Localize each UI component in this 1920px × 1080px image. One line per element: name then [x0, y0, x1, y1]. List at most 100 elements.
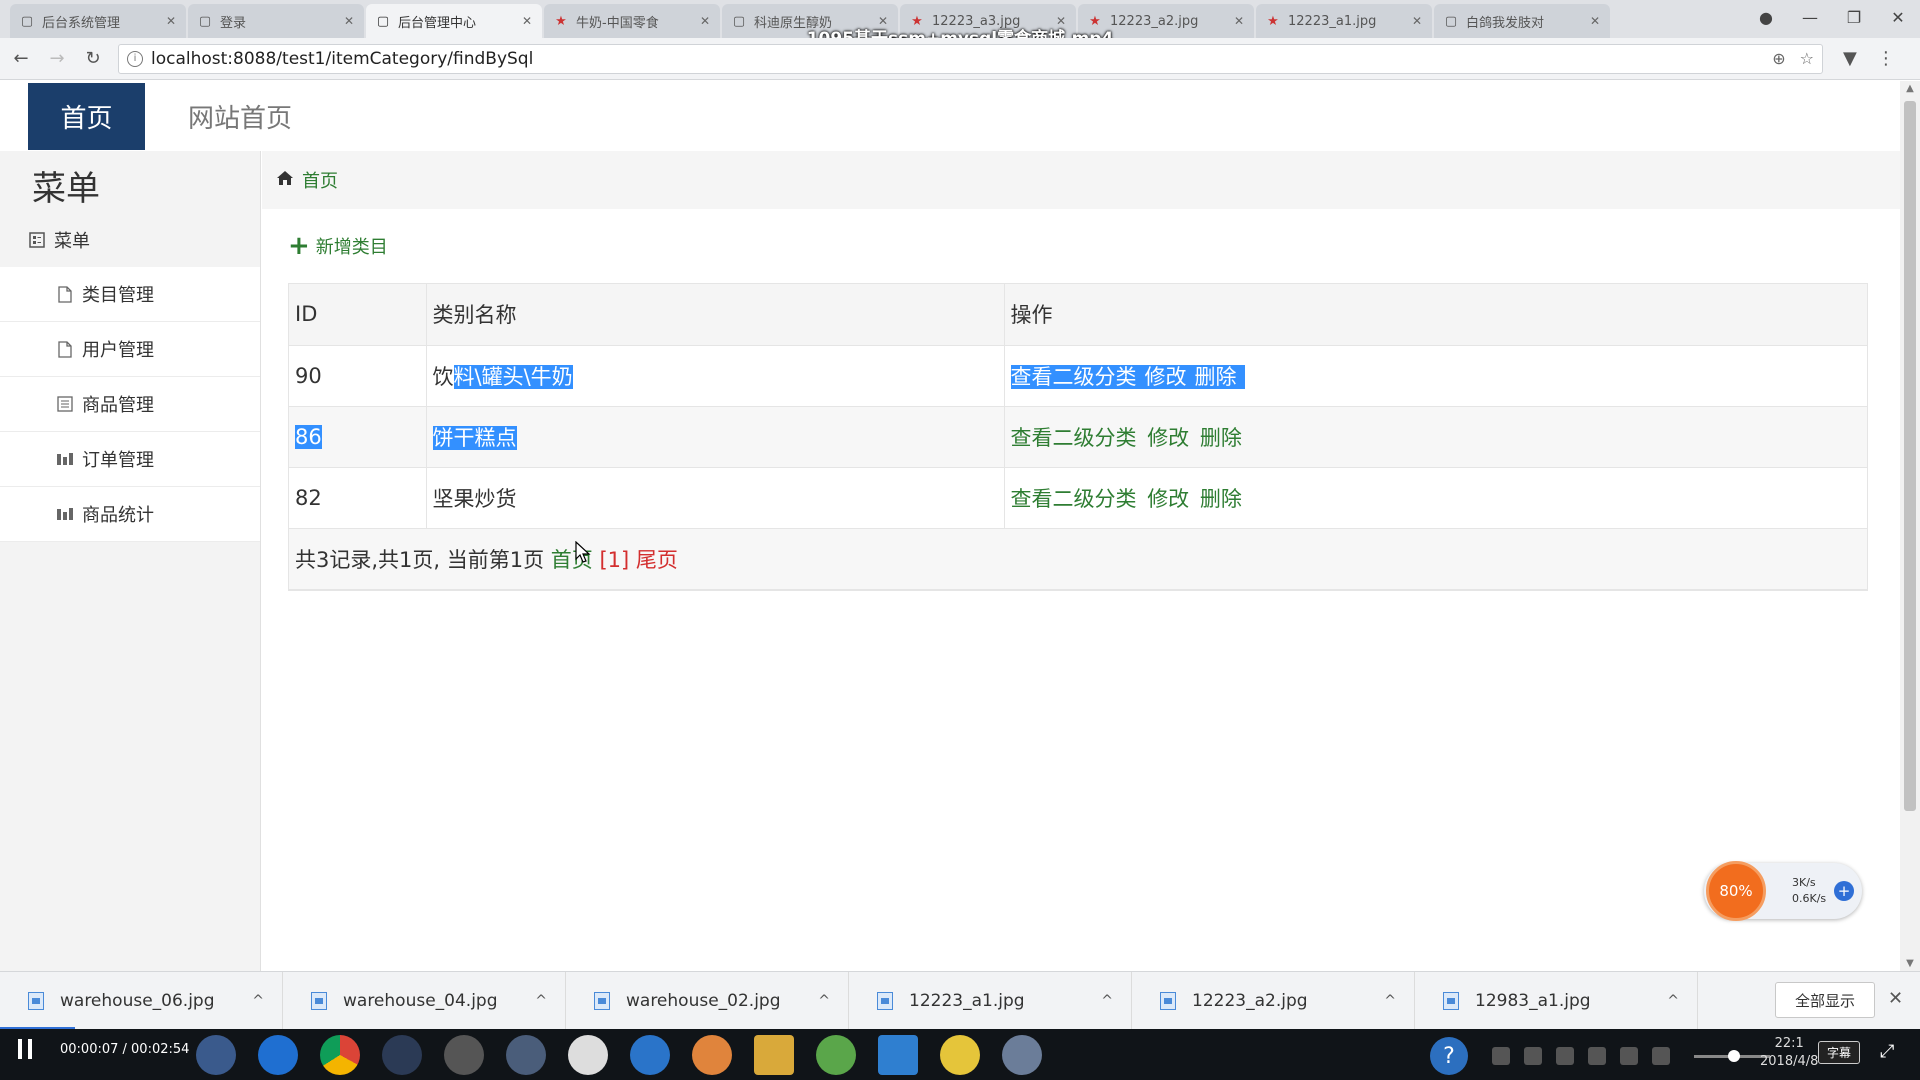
sidebar-item-users[interactable]: 用户管理: [0, 322, 260, 377]
close-tab-icon[interactable]: ✕: [522, 14, 532, 28]
app-icon[interactable]: [444, 1035, 484, 1075]
chevron-up-icon[interactable]: ^: [1384, 993, 1396, 1009]
pager-current-page[interactable]: [1]: [599, 548, 629, 572]
close-tab-icon[interactable]: ✕: [1056, 14, 1066, 28]
delete-link[interactable]: 删除: [1200, 426, 1242, 450]
network-globe-icon[interactable]: [1002, 1035, 1042, 1075]
reload-icon[interactable]: ↻: [78, 44, 108, 74]
close-tab-icon[interactable]: ✕: [878, 14, 888, 28]
zoom-icon[interactable]: ⊕: [1772, 49, 1785, 68]
browser-tab[interactable]: ▢ 后台系统管理 ✕: [10, 4, 186, 38]
tray-icon[interactable]: [1556, 1047, 1574, 1065]
close-tab-icon[interactable]: ✕: [344, 14, 354, 28]
browser-tab[interactable]: ★ 牛奶-中国零食 ✕: [544, 4, 720, 38]
download-item[interactable]: warehouse_02.jpg ^: [566, 971, 849, 1030]
edge-icon[interactable]: [258, 1035, 298, 1075]
app-icon[interactable]: [878, 1035, 918, 1075]
url-input[interactable]: i localhost:8088/test1/itemCategory/find…: [118, 43, 1823, 74]
sidebar-group-menu[interactable]: 菜单: [0, 213, 260, 267]
app-icon[interactable]: [816, 1035, 856, 1075]
edit-link[interactable]: 修改: [1144, 364, 1195, 389]
close-tab-icon[interactable]: ✕: [1234, 14, 1244, 28]
browser-tab[interactable]: ★ 12223_a2.jpg ✕: [1078, 4, 1254, 38]
browser-tab[interactable]: ★ 12223_a3.jpg ✕: [900, 4, 1076, 38]
view-subcategory-link[interactable]: 查看二级分类: [1010, 364, 1145, 389]
filter-icon[interactable]: ▼: [1843, 48, 1857, 69]
page-scrollbar[interactable]: ▲ ▼: [1900, 81, 1920, 971]
app-icon[interactable]: [506, 1035, 546, 1075]
subtitle-button[interactable]: 字幕: [1818, 1041, 1861, 1064]
download-item[interactable]: 12223_a2.jpg ^: [1132, 971, 1415, 1030]
close-tab-icon[interactable]: ✕: [1590, 14, 1600, 28]
delete-link[interactable]: 删除: [1200, 487, 1242, 511]
app-icon[interactable]: [382, 1035, 422, 1075]
delete-link[interactable]: 删除: [1194, 364, 1245, 389]
close-tab-icon[interactable]: ✕: [1412, 14, 1422, 28]
sidebar-item-products[interactable]: 商品管理: [0, 377, 260, 432]
app-icon[interactable]: [196, 1035, 236, 1075]
scroll-up-icon[interactable]: ▲: [1900, 83, 1920, 94]
boost-plus-icon[interactable]: +: [1834, 881, 1854, 901]
view-subcategory-link[interactable]: 查看二级分类: [1011, 426, 1137, 450]
add-category-button[interactable]: + 新增类目: [288, 231, 388, 261]
scrollbar-thumb[interactable]: [1904, 101, 1916, 811]
speaker-icon[interactable]: [1652, 1047, 1670, 1065]
close-window-icon[interactable]: ✕: [1876, 0, 1920, 34]
tray-icon[interactable]: [1588, 1047, 1606, 1065]
tray-icon[interactable]: [1620, 1047, 1638, 1065]
maximize-icon[interactable]: ❐: [1832, 0, 1876, 34]
nav-site-home-tab[interactable]: 网站首页: [168, 83, 312, 150]
download-item[interactable]: 12223_a1.jpg ^: [849, 971, 1132, 1030]
fullscreen-icon[interactable]: ⤢: [1880, 1041, 1894, 1062]
app-icon[interactable]: [692, 1035, 732, 1075]
download-item[interactable]: warehouse_04.jpg ^: [283, 971, 566, 1030]
chevron-up-icon[interactable]: ^: [252, 993, 264, 1009]
clock: 22:1 2018/4/8: [1760, 1035, 1818, 1071]
close-tab-icon[interactable]: ✕: [700, 14, 710, 28]
help-icon[interactable]: ?: [1430, 1037, 1468, 1075]
edit-link[interactable]: 修改: [1147, 426, 1189, 450]
back-icon[interactable]: ←: [6, 44, 36, 74]
chevron-up-icon[interactable]: ^: [1667, 993, 1679, 1009]
page-icon: ▢: [732, 13, 746, 29]
download-item[interactable]: 12983_a1.jpg ^: [1415, 971, 1698, 1030]
chevron-up-icon[interactable]: ^: [535, 993, 547, 1009]
sidebar-item-stats[interactable]: 商品统计: [0, 487, 260, 542]
scroll-down-icon[interactable]: ▼: [1900, 958, 1920, 969]
tray-icon[interactable]: [1524, 1047, 1542, 1065]
network-speed-widget[interactable]: 80% 3K/s 0.6K/s +: [1704, 861, 1862, 921]
volume-slider[interactable]: [1694, 1049, 1770, 1062]
forward-icon[interactable]: →: [42, 44, 72, 74]
download-item[interactable]: warehouse_06.jpg ^: [0, 971, 283, 1030]
close-tab-icon[interactable]: ✕: [166, 14, 176, 28]
chevron-up-icon[interactable]: ^: [818, 993, 830, 1009]
mail-icon[interactable]: [568, 1035, 608, 1075]
edit-link[interactable]: 修改: [1147, 487, 1189, 511]
tray-icon[interactable]: [1492, 1047, 1510, 1065]
chevron-up-icon[interactable]: ^: [1101, 993, 1113, 1009]
view-subcategory-link[interactable]: 查看二级分类: [1011, 487, 1137, 511]
sidebar-item-orders[interactable]: 订单管理: [0, 432, 260, 487]
browser-tab[interactable]: ▢ 科迪原生醇奶 ✕: [722, 4, 898, 38]
close-icon[interactable]: ✕: [1888, 988, 1903, 1009]
breadcrumb-home-link[interactable]: 首页: [302, 167, 338, 193]
pause-icon[interactable]: [18, 1039, 32, 1059]
chrome-icon[interactable]: [320, 1035, 360, 1075]
folder-icon[interactable]: [754, 1035, 794, 1075]
sidebar-item-label: 商品管理: [82, 395, 154, 416]
browser-tab-active[interactable]: ▢ 后台管理中心 ✕: [366, 4, 542, 38]
sidebar-item-category[interactable]: 类目管理: [0, 267, 260, 322]
minimize-icon[interactable]: —: [1788, 0, 1832, 34]
menu-icon[interactable]: ⋮: [1877, 48, 1895, 69]
show-all-downloads-button[interactable]: 全部显示: [1775, 982, 1875, 1018]
nav-home-tab[interactable]: 首页: [28, 83, 145, 150]
app-icon[interactable]: [940, 1035, 980, 1075]
browser-tab[interactable]: ▢ 白鸽我发肢对 ✕: [1434, 4, 1610, 38]
bookmark-star-icon[interactable]: ☆: [1800, 49, 1814, 68]
profile-icon[interactable]: ●: [1744, 0, 1788, 34]
pager-last-link[interactable]: 尾页: [636, 548, 678, 572]
app-icon[interactable]: [630, 1035, 670, 1075]
info-icon[interactable]: i: [127, 50, 143, 67]
browser-tab[interactable]: ★ 12223_a1.jpg ✕: [1256, 4, 1432, 38]
browser-tab[interactable]: ▢ 登录 ✕: [188, 4, 364, 38]
